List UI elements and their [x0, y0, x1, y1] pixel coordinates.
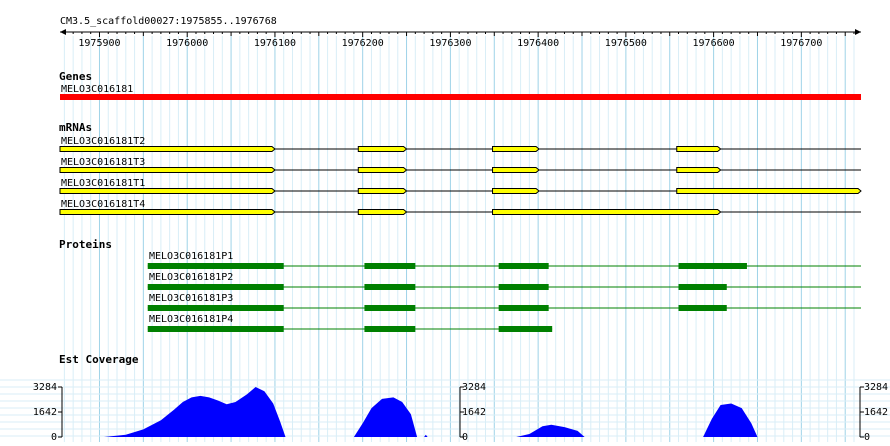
mrnas-track-title: mRNAs	[59, 121, 92, 134]
exon-block[interactable]	[492, 146, 540, 152]
exon-block[interactable]	[357, 188, 408, 194]
coverage-zero-label: 0	[864, 432, 870, 442]
ruler-ticks: 1975900 1976000 1976100 1976200 1976300 19764…	[63, 32, 855, 49]
genome-browser-view: CM3.5_scaffold00027:1975855..1976768 197…	[0, 0, 890, 443]
exon-block[interactable]	[676, 167, 722, 173]
ruler-tick-label: 1976100	[254, 38, 296, 49]
ruler[interactable]: CM3.5_scaffold00027:1975855..1976768 197…	[60, 16, 861, 49]
mrna-label: MELO3C016181T2	[61, 136, 145, 147]
coverage-mid-label: 1642	[864, 407, 888, 418]
protein-block[interactable]	[364, 263, 416, 269]
protein-row[interactable]: MELO3C016181P4	[147, 314, 553, 332]
exon-block[interactable]	[357, 146, 408, 152]
protein-label: MELO3C016181P1	[149, 251, 233, 262]
ruler-arrow-right-icon[interactable]	[855, 29, 861, 35]
mrna-label: MELO3C016181T1	[61, 178, 145, 189]
mrna-row[interactable]: MELO3C016181T1	[59, 178, 862, 194]
track-canvas[interactable]: CM3.5_scaffold00027:1975855..1976768 197…	[0, 0, 890, 443]
protein-feature[interactable]	[147, 305, 861, 311]
exon-block[interactable]	[676, 146, 722, 152]
protein-block[interactable]	[147, 263, 284, 269]
protein-feature[interactable]	[147, 263, 861, 269]
protein-block[interactable]	[678, 305, 727, 311]
coverage-mid-label: 1642	[462, 407, 486, 418]
protein-block[interactable]	[147, 284, 284, 290]
coverage-max-label: 3284	[864, 382, 888, 393]
protein-label: MELO3C016181P4	[149, 314, 233, 325]
coverage-scale-center: 3284 1642 0	[459, 382, 486, 443]
exon-block[interactable]	[59, 188, 276, 194]
ruler-arrow-left-icon[interactable]	[60, 29, 66, 35]
protein-row[interactable]: MELO3C016181P2	[147, 272, 861, 290]
mrna-feature[interactable]	[59, 188, 862, 194]
mrna-row[interactable]: MELO3C016181T2	[59, 136, 861, 152]
exon-block[interactable]	[357, 167, 408, 173]
ruler-tick-label: 1976500	[605, 38, 647, 49]
genes-track-title: Genes	[59, 70, 92, 83]
mrna-label: MELO3C016181T4	[61, 199, 145, 210]
exon-block[interactable]	[357, 209, 408, 215]
protein-block[interactable]	[678, 284, 727, 290]
exon-block[interactable]	[492, 167, 540, 173]
protein-feature[interactable]	[147, 284, 861, 290]
protein-block[interactable]	[364, 284, 416, 290]
coverage-track-title: Est Coverage	[59, 353, 139, 366]
coverage-scale-right: 3284 1642 0	[859, 382, 888, 443]
ruler-tick-label: 1976200	[342, 38, 384, 49]
exon-block[interactable]	[59, 146, 276, 152]
exon-block[interactable]	[492, 188, 540, 194]
protein-block[interactable]	[498, 284, 549, 290]
gene-label: MELO3C016181	[61, 84, 133, 95]
coverage-mid-label: 1642	[33, 407, 57, 418]
mrna-row[interactable]: MELO3C016181T3	[59, 157, 861, 173]
gene-feature[interactable]	[60, 94, 861, 100]
region-label: CM3.5_scaffold00027:1975855..1976768	[60, 16, 277, 27]
ruler-tick-label: 1976700	[780, 38, 822, 49]
protein-feature[interactable]	[147, 326, 553, 332]
ruler-tick-label: 1976300	[429, 38, 471, 49]
proteins-track: Proteins MELO3C016181P1 MELO3C016181P2 M…	[59, 238, 861, 332]
exon-block[interactable]	[59, 167, 276, 173]
mrnas-track: mRNAs MELO3C016181T2 MELO3C016181T3 MELO…	[59, 121, 862, 215]
exon-block[interactable]	[59, 209, 276, 215]
protein-row[interactable]: MELO3C016181P3	[147, 293, 861, 311]
proteins-track-title: Proteins	[59, 238, 112, 251]
ruler-tick-label: 1976400	[517, 38, 559, 49]
coverage-max-label: 3284	[462, 382, 486, 393]
protein-block[interactable]	[147, 326, 284, 332]
ruler-tick-label: 1975900	[78, 38, 120, 49]
protein-block[interactable]	[364, 305, 416, 311]
ruler-tick-label: 1976000	[166, 38, 208, 49]
protein-label: MELO3C016181P3	[149, 293, 233, 304]
coverage-max-label: 3284	[33, 382, 57, 393]
protein-label: MELO3C016181P2	[149, 272, 233, 283]
mrna-feature[interactable]	[59, 209, 861, 215]
protein-row[interactable]: MELO3C016181P1	[147, 251, 861, 269]
mrna-feature[interactable]	[59, 167, 861, 173]
exon-block[interactable]	[676, 188, 862, 194]
mrna-feature[interactable]	[59, 146, 861, 152]
protein-block[interactable]	[364, 326, 416, 332]
protein-block[interactable]	[498, 305, 549, 311]
mrna-label: MELO3C016181T3	[61, 157, 145, 168]
protein-block[interactable]	[147, 305, 284, 311]
coverage-scale-left: 3284 1642 0	[33, 382, 63, 443]
protein-block[interactable]	[498, 326, 553, 332]
protein-block[interactable]	[498, 263, 549, 269]
coverage-zero-label: 0	[51, 432, 57, 442]
ruler-tick-label: 1976600	[693, 38, 735, 49]
exon-block[interactable]	[492, 209, 722, 215]
coverage-zero-label: 0	[462, 432, 468, 442]
protein-block[interactable]	[678, 263, 747, 269]
mrna-row[interactable]: MELO3C016181T4	[59, 199, 861, 215]
genes-track: Genes MELO3C016181	[59, 70, 861, 100]
